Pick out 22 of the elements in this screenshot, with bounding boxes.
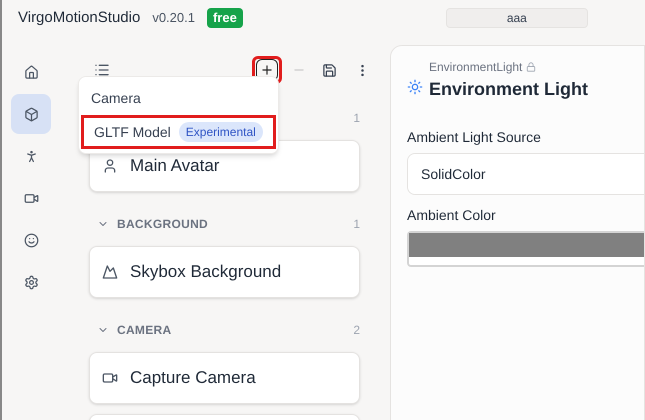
field-label: Ambient Color: [407, 206, 497, 225]
inspector-title: Environment Light: [429, 78, 588, 101]
version-label: v0.20.1: [152, 9, 195, 28]
menu-item[interactable]: GLTF Model Experimental: [81, 115, 276, 149]
section-count: 2: [353, 322, 360, 338]
plan-badge: free: [206, 8, 243, 28]
experimental-tag: Experimental: [178, 122, 263, 142]
section-title: CAMERA: [117, 322, 172, 338]
app-title: VirgoMotionStudio: [18, 8, 140, 28]
item-card[interactable]: Skybox Background: [89, 246, 360, 298]
section-count: 1: [353, 216, 360, 232]
text-field[interactable]: aaa: [446, 8, 588, 28]
menu-item[interactable]: Camera: [81, 81, 276, 115]
item-card[interactable]: Capture Camera: [89, 352, 360, 404]
item-label: Capture Camera: [130, 367, 256, 390]
item-label: Main Avatar: [130, 155, 220, 178]
select-field[interactable]: SolidColor: [407, 153, 644, 195]
field-label: Ambient Light Source: [407, 128, 542, 147]
component-type: EnvironmentLight: [429, 59, 522, 76]
section-title: BACKGROUND: [117, 216, 208, 232]
section-count: 1: [353, 110, 360, 126]
item-label: Skybox Background: [130, 261, 282, 284]
